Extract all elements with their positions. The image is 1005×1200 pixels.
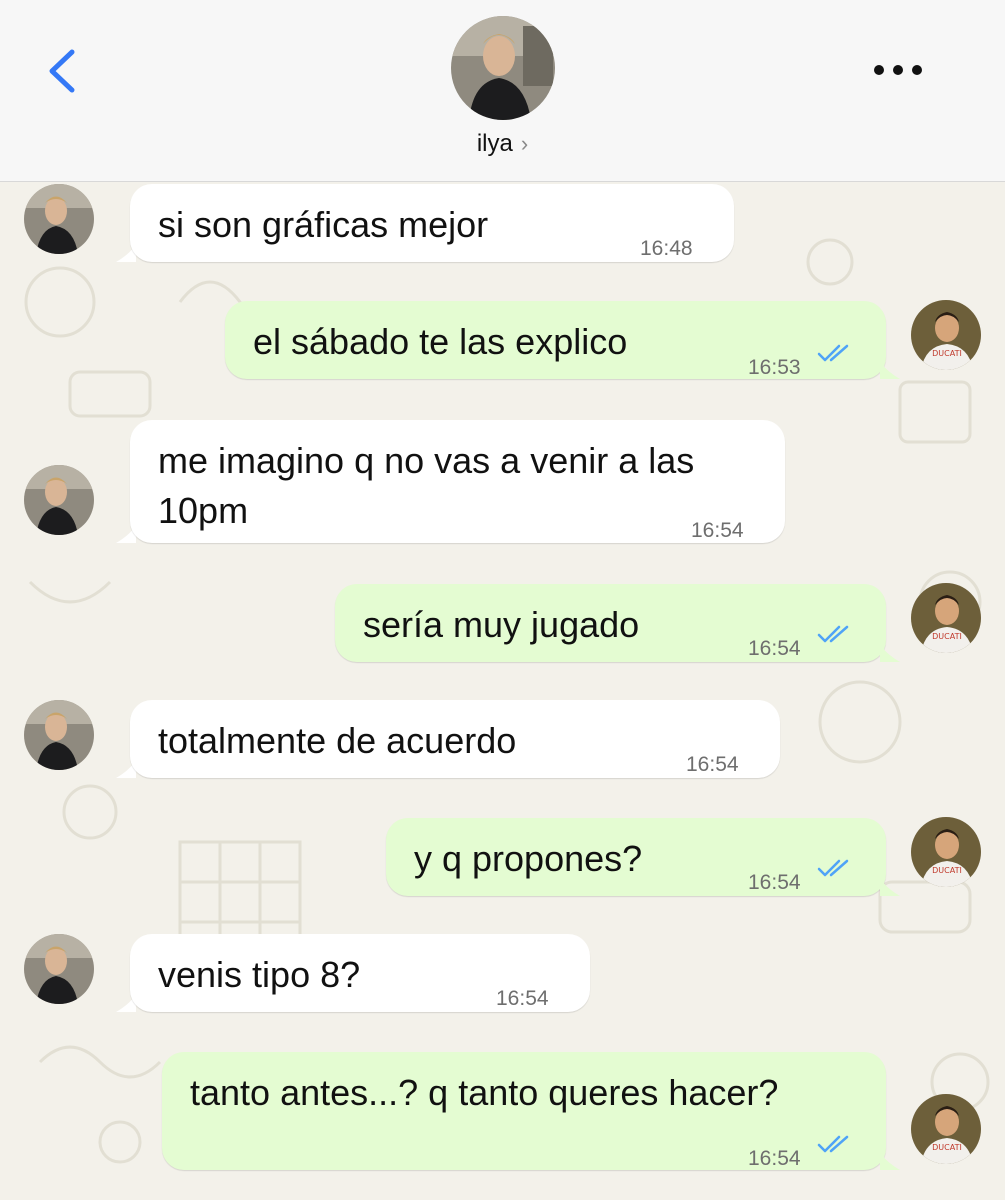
read-receipt-ticks-icon <box>817 625 849 643</box>
contact-avatar[interactable] <box>451 16 555 120</box>
message-text: me imagino q no vas a venir a las 10pm <box>158 440 695 531</box>
message-bubble-outgoing[interactable]: el sábado te las explico 16:53 <box>225 301 886 379</box>
message-bubble-outgoing[interactable]: tanto antes...? q tanto queres hacer? 16… <box>162 1052 886 1170</box>
message-text: si son gráficas mejor <box>158 204 489 245</box>
contact-avatar-small[interactable] <box>24 700 94 770</box>
read-receipt-ticks-icon <box>817 344 849 362</box>
message-bubble-outgoing[interactable]: sería muy jugado 16:54 <box>335 584 886 662</box>
my-avatar[interactable]: DUCATI <box>911 300 981 370</box>
bubble-tail <box>880 644 900 662</box>
message-bubble-incoming[interactable]: totalmente de acuerdo 16:54 <box>130 700 780 778</box>
message-text: totalmente de acuerdo <box>158 720 517 761</box>
message-time: 16:54 <box>748 1147 801 1170</box>
message-text: tanto antes...? q tanto queres hacer? <box>190 1072 779 1113</box>
bubble-tail <box>880 1152 900 1170</box>
shirt-logo-text: DUCATI <box>932 349 962 358</box>
read-receipt-ticks-icon <box>817 1135 849 1153</box>
chat-header: ilya › <box>0 0 1005 182</box>
shirt-logo-text: DUCATI <box>932 1143 962 1152</box>
message-time: 16:54 <box>496 987 549 1010</box>
message-text: sería muy jugado <box>363 604 640 645</box>
message-text: venis tipo 8? <box>158 954 361 995</box>
more-options-icon[interactable] <box>870 60 926 80</box>
shirt-logo-text: DUCATI <box>932 632 962 641</box>
contact-name-row[interactable]: ilya › <box>0 130 1005 158</box>
bubble-tail <box>880 878 900 896</box>
message-time: 16:48 <box>640 237 693 260</box>
message-text: y q propones? <box>414 838 643 879</box>
message-time: 16:54 <box>686 753 739 776</box>
bubble-tail <box>880 361 900 379</box>
message-bubble-incoming[interactable]: si son gráficas mejor 16:48 <box>130 184 734 262</box>
my-avatar[interactable]: DUCATI <box>911 1094 981 1164</box>
shirt-logo-text: DUCATI <box>932 866 962 875</box>
my-avatar[interactable]: DUCATI <box>911 583 981 653</box>
message-bubble-incoming[interactable]: me imagino q no vas a venir a las 10pm 1… <box>130 420 785 543</box>
contact-avatar-small[interactable] <box>24 934 94 1004</box>
chevron-right-icon: › <box>520 131 529 156</box>
contact-avatar-small[interactable] <box>24 465 94 535</box>
my-avatar[interactable]: DUCATI <box>911 817 981 887</box>
message-time: 16:54 <box>691 519 744 542</box>
contact-avatar-small[interactable] <box>24 184 94 254</box>
message-bubble-incoming[interactable]: venis tipo 8? 16:54 <box>130 934 590 1012</box>
message-bubble-outgoing[interactable]: y q propones? 16:54 <box>386 818 886 896</box>
message-time: 16:54 <box>748 871 801 894</box>
message-time: 16:53 <box>748 356 801 379</box>
back-chevron-icon[interactable] <box>42 46 82 96</box>
contact-name: ilya <box>476 130 513 157</box>
message-time: 16:54 <box>748 637 801 660</box>
message-text: el sábado te las explico <box>253 321 628 362</box>
read-receipt-ticks-icon <box>817 859 849 877</box>
